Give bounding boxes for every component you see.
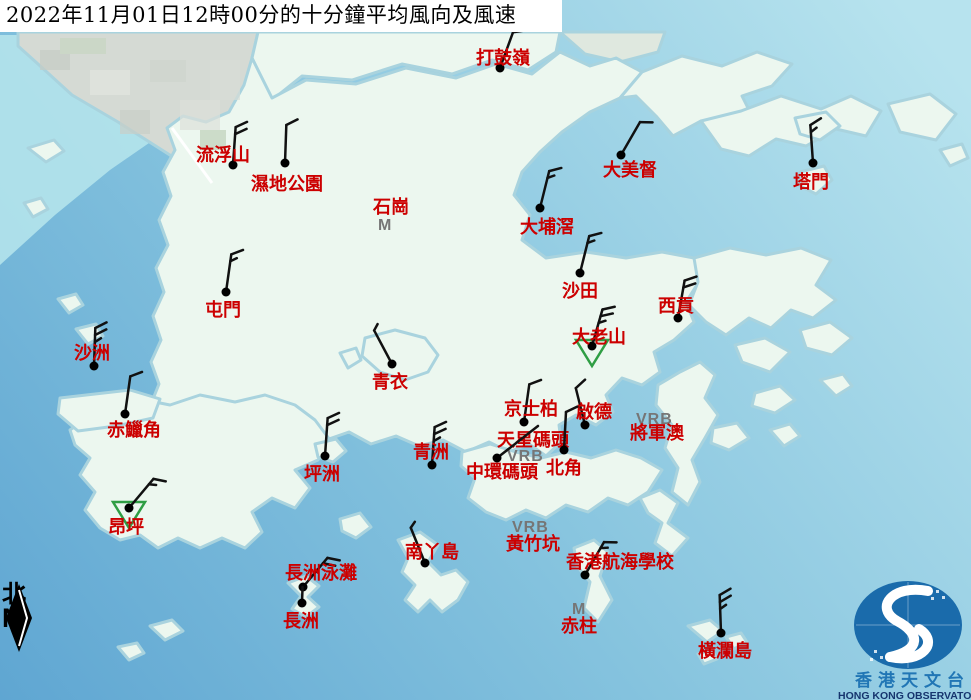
station-dot	[125, 504, 134, 513]
station-dot	[121, 410, 130, 419]
station-label: 昂坪	[108, 517, 144, 538]
station-label: 赤鱲角	[107, 419, 161, 441]
station-label: 黃竹坑	[505, 533, 560, 555]
station-label: 石崗	[372, 196, 409, 218]
station-label: 香港航海學校	[565, 551, 675, 573]
station-label: 青衣	[372, 371, 408, 393]
station-label: 塔門	[793, 171, 829, 193]
map-title: 2022年11月01日12時00分的十分鐘平均風向及風速	[0, 0, 562, 32]
station-label: 北角	[546, 457, 582, 479]
station-dot	[717, 629, 726, 638]
station-dot	[809, 159, 818, 168]
station-label: 赤柱	[561, 615, 597, 637]
hko-logo-chinese: 香港天文台	[855, 670, 970, 691]
station-label: 大老山	[572, 326, 626, 348]
station-dot	[298, 599, 307, 608]
station-label: 長洲	[283, 611, 319, 632]
station-dot	[560, 446, 569, 455]
station-label: 青洲	[413, 442, 449, 463]
wind-map-page: 流浮山濕地公園打鼓嶺大美督塔門大埔滘沙田西貢大老山京士柏啟德VRB天星碼頭中環碼…	[0, 0, 971, 700]
hong-kong-map: 流浮山濕地公園打鼓嶺大美督塔門大埔滘沙田西貢大老山京士柏啟德VRB天星碼頭中環碼…	[0, 0, 971, 700]
station-dot	[617, 151, 626, 160]
station-dot	[321, 452, 330, 461]
station-label: 坪洲	[304, 464, 340, 485]
station-dot	[576, 269, 585, 278]
station-label: 濕地公園	[251, 173, 323, 195]
station-label: 打鼓嶺	[476, 47, 530, 69]
station-label: 橫瀾島	[698, 640, 752, 662]
station-label: 流浮山	[196, 144, 250, 166]
station-label: 沙洲	[74, 343, 110, 364]
station-label: 大美督	[603, 159, 657, 181]
station-marker-M: M	[378, 217, 392, 234]
hko-logo-english: HONG KONG OBSERVATORY	[838, 690, 971, 700]
station-label: 中環碼頭	[466, 461, 539, 483]
station-dot	[281, 159, 290, 168]
station-label: 南丫島	[405, 541, 459, 563]
station-label: 啟德	[576, 401, 612, 423]
station-label: 將軍澳	[630, 422, 685, 444]
station-dot	[536, 204, 545, 213]
station-dot	[388, 360, 397, 369]
station-dot	[222, 288, 231, 297]
station-label: 西貢	[658, 296, 694, 317]
station-label: 沙田	[562, 281, 598, 302]
station-label: 屯門	[205, 299, 241, 321]
station-label: 大埔滘	[520, 216, 574, 238]
north-arrow-icon	[2, 582, 42, 654]
station-label: 天星碼頭	[497, 430, 570, 451]
station-label: 京士柏	[504, 398, 558, 420]
north-compass: 北 N	[2, 582, 48, 630]
station-label: 長洲泳灘	[285, 562, 357, 584]
